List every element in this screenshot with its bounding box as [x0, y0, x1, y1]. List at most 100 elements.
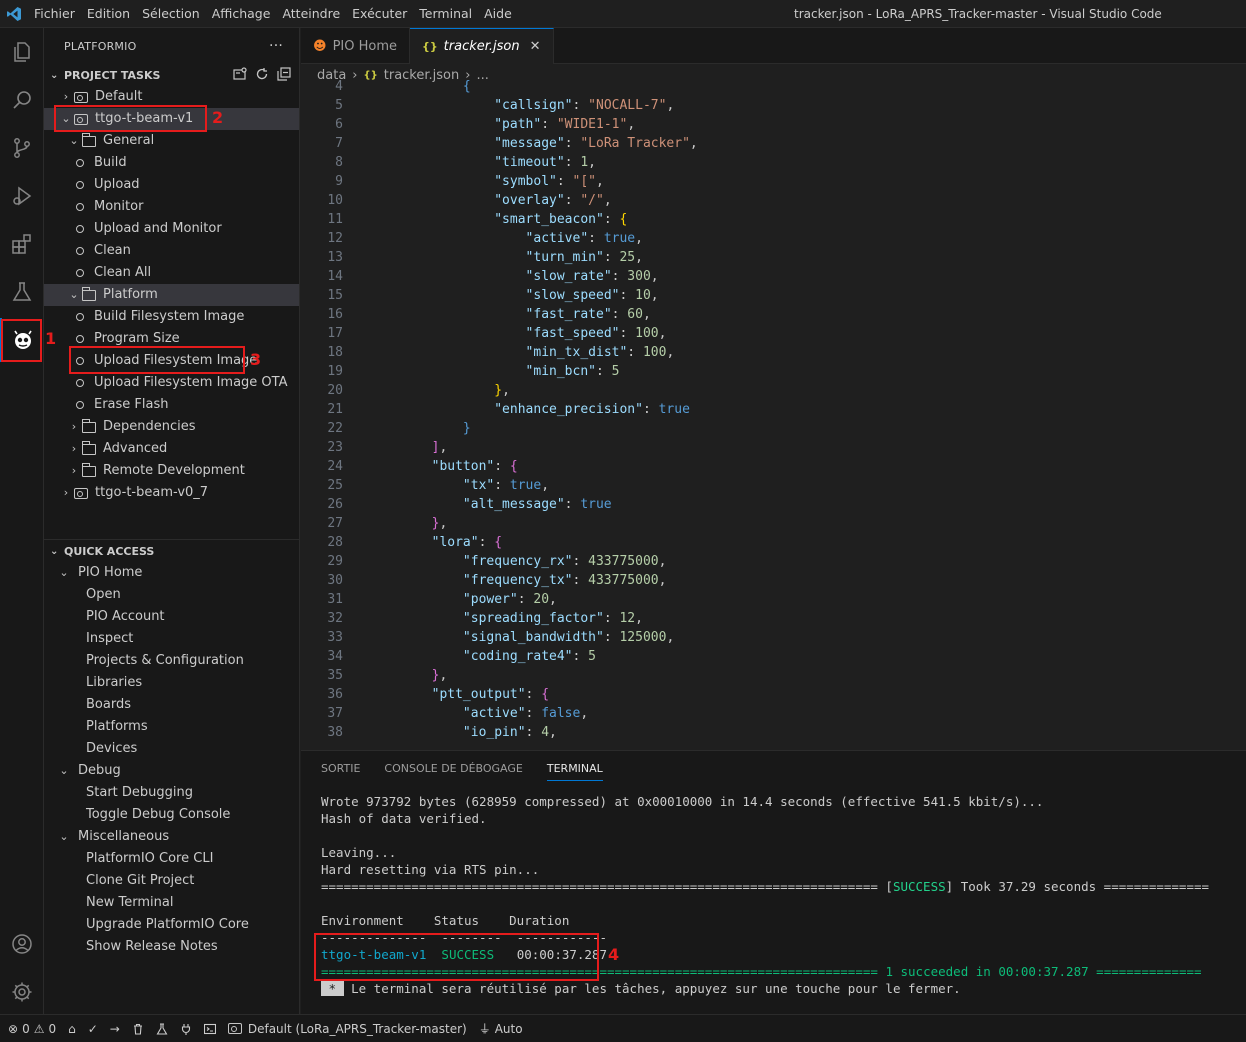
code-line[interactable]: 14 "slow_rate": 300, — [301, 267, 1246, 286]
quick-platforms[interactable]: Platforms — [44, 716, 299, 738]
code-line[interactable]: 29 "frequency_rx": 433775000, — [301, 552, 1246, 571]
quick-clone-git-project[interactable]: Clone Git Project — [44, 870, 299, 892]
task-clean[interactable]: Clean — [44, 240, 299, 262]
refresh-icon[interactable] — [255, 67, 269, 84]
quick-pio-account[interactable]: PIO Account — [44, 606, 299, 628]
build-check-icon[interactable]: ✓ — [88, 1022, 98, 1036]
search-icon[interactable] — [0, 78, 44, 122]
code-line[interactable]: 26 "alt_message": true — [301, 495, 1246, 514]
task-upload[interactable]: Upload — [44, 174, 299, 196]
tree-item-advanced[interactable]: › Advanced — [44, 438, 299, 460]
code-line[interactable]: 31 "power": 20, — [301, 590, 1246, 609]
code-line[interactable]: 37 "active": false, — [301, 704, 1246, 723]
tree-item-miscellaneous[interactable]: ⌄ Miscellaneous — [44, 826, 299, 848]
code-line[interactable]: 36 "ptt_output": { — [301, 685, 1246, 704]
code-line[interactable]: 28 "lora": { — [301, 533, 1246, 552]
task-upload-filesystem-image-ota[interactable]: Upload Filesystem Image OTA — [44, 372, 299, 394]
task-build[interactable]: Build — [44, 152, 299, 174]
code-line[interactable]: 32 "spreading_factor": 12, — [301, 609, 1246, 628]
panel-tab-terminal[interactable]: TERMINAL — [546, 756, 603, 781]
menu-fichier[interactable]: Fichier — [28, 0, 81, 28]
quick-boards[interactable]: Boards — [44, 694, 299, 716]
code-line[interactable]: 16 "fast_rate": 60, — [301, 305, 1246, 324]
code-line[interactable]: 20 }, — [301, 381, 1246, 400]
tree-item-ttgo-t-beam-v0-7[interactable]: › ttgo-t-beam-v0_7 — [44, 482, 299, 504]
tree-item-pio-home[interactable]: ⌄ PIO Home — [44, 562, 299, 584]
code-line[interactable]: 11 "smart_beacon": { — [301, 210, 1246, 229]
code-line[interactable]: 38 "io_pin": 4, — [301, 723, 1246, 739]
quick-upgrade-platformio-core[interactable]: Upgrade PlatformIO Core — [44, 914, 299, 936]
account-icon[interactable] — [0, 922, 44, 966]
testing-icon[interactable] — [0, 270, 44, 314]
code-line[interactable]: 24 "button": { — [301, 457, 1246, 476]
code-line[interactable]: 4 { — [301, 77, 1246, 96]
quick-libraries[interactable]: Libraries — [44, 672, 299, 694]
code-line[interactable]: 10 "overlay": "/", — [301, 191, 1246, 210]
quick-devices[interactable]: Devices — [44, 738, 299, 760]
tree-item-general[interactable]: ⌄ General — [44, 130, 299, 152]
code-line[interactable]: 35 }, — [301, 666, 1246, 685]
source-control-icon[interactable] — [0, 126, 44, 170]
extensions-icon[interactable] — [0, 222, 44, 266]
code-line[interactable]: 34 "coding_rate4": 5 — [301, 647, 1246, 666]
code-line[interactable]: 13 "turn_min": 25, — [301, 248, 1246, 267]
tab-pio-home[interactable]: ☻ PIO Home — [301, 28, 410, 64]
code-line[interactable]: 23 ], — [301, 438, 1246, 457]
task-monitor[interactable]: Monitor — [44, 196, 299, 218]
code-line[interactable]: 30 "frequency_tx": 433775000, — [301, 571, 1246, 590]
code-line[interactable]: 27 }, — [301, 514, 1246, 533]
quick-projects-configuration[interactable]: Projects & Configuration — [44, 650, 299, 672]
menu-aide[interactable]: Aide — [478, 0, 518, 28]
quick-new-terminal[interactable]: New Terminal — [44, 892, 299, 914]
panel-tab-debug-console[interactable]: CONSOLE DE DÉBOGAGE — [384, 762, 522, 775]
code-line[interactable]: 7 "message": "LoRa Tracker", — [301, 134, 1246, 153]
menu-executer[interactable]: Exécuter — [346, 0, 413, 28]
code-line[interactable]: 21 "enhance_precision": true — [301, 400, 1246, 419]
code-line[interactable]: 9 "symbol": "[", — [301, 172, 1246, 191]
tree-item-dependencies[interactable]: › Dependencies — [44, 416, 299, 438]
task-clean-all[interactable]: Clean All — [44, 262, 299, 284]
tree-item-debug[interactable]: ⌄ Debug — [44, 760, 299, 782]
menu-affichage[interactable]: Affichage — [206, 0, 277, 28]
quick-access-header[interactable]: ⌄ QUICK ACCESS — [44, 540, 299, 562]
settings-gear-icon[interactable] — [0, 970, 44, 1014]
project-tasks-header[interactable]: ⌄ PROJECT TASKS — [44, 64, 299, 86]
serial-monitor-plug-icon[interactable] — [180, 1023, 192, 1035]
more-actions-icon[interactable]: ··· — [269, 38, 283, 54]
menu-terminal[interactable]: Terminal — [413, 0, 478, 28]
code-line[interactable]: 5 "callsign": "NOCALL-7", — [301, 96, 1246, 115]
menu-atteindre[interactable]: Atteindre — [276, 0, 346, 28]
upload-arrow-icon[interactable]: → — [110, 1022, 120, 1036]
code-line[interactable]: 17 "fast_speed": 100, — [301, 324, 1246, 343]
test-flask-icon[interactable] — [156, 1022, 168, 1035]
tree-item-platform[interactable]: ⌄ Platform — [44, 284, 299, 306]
code-line[interactable]: 15 "slow_speed": 10, — [301, 286, 1246, 305]
terminal-icon[interactable] — [203, 1023, 216, 1035]
code-line[interactable]: 25 "tx": true, — [301, 476, 1246, 495]
code-line[interactable]: 12 "active": true, — [301, 229, 1246, 248]
code-line[interactable]: 22 } — [301, 419, 1246, 438]
code-line[interactable]: 8 "timeout": 1, — [301, 153, 1246, 172]
code-editor[interactable]: 4 {5 "callsign": "NOCALL-7", 6 "path": "W… — [301, 77, 1246, 739]
collapse-all-icon[interactable] — [277, 66, 291, 84]
panel-tab-sortie[interactable]: SORTIE — [321, 762, 360, 775]
run-debug-icon[interactable] — [0, 174, 44, 218]
quick-inspect[interactable]: Inspect — [44, 628, 299, 650]
tab-tracker-json[interactable]: {} tracker.json ✕ — [410, 28, 554, 64]
task-upload-and-monitor[interactable]: Upload and Monitor — [44, 218, 299, 240]
new-terminal-icon[interactable] — [233, 66, 247, 84]
quick-toggle-debug-console[interactable]: Toggle Debug Console — [44, 804, 299, 826]
pio-home-icon[interactable]: ⌂ — [68, 1022, 76, 1036]
problems-indicator[interactable]: ⊗ 0 ⚠ 0 — [8, 1022, 56, 1036]
project-environment-switcher[interactable]: Default (LoRa_APRS_Tracker-master) — [227, 1022, 467, 1036]
code-line[interactable]: 33 "signal_bandwidth": 125000, — [301, 628, 1246, 647]
task-erase-flash[interactable]: Erase Flash — [44, 394, 299, 416]
quick-show-release-notes[interactable]: Show Release Notes — [44, 936, 299, 958]
quick-open[interactable]: Open — [44, 584, 299, 606]
port-switcher[interactable]: ⏚ Auto — [479, 1020, 523, 1037]
explorer-icon[interactable] — [0, 30, 44, 74]
code-line[interactable]: 18 "min_tx_dist": 100, — [301, 343, 1246, 362]
code-line[interactable]: 6 "path": "WIDE1-1", — [301, 115, 1246, 134]
code-line[interactable]: 19 "min_bcn": 5 — [301, 362, 1246, 381]
quick-platformio-core-cli[interactable]: PlatformIO Core CLI — [44, 848, 299, 870]
